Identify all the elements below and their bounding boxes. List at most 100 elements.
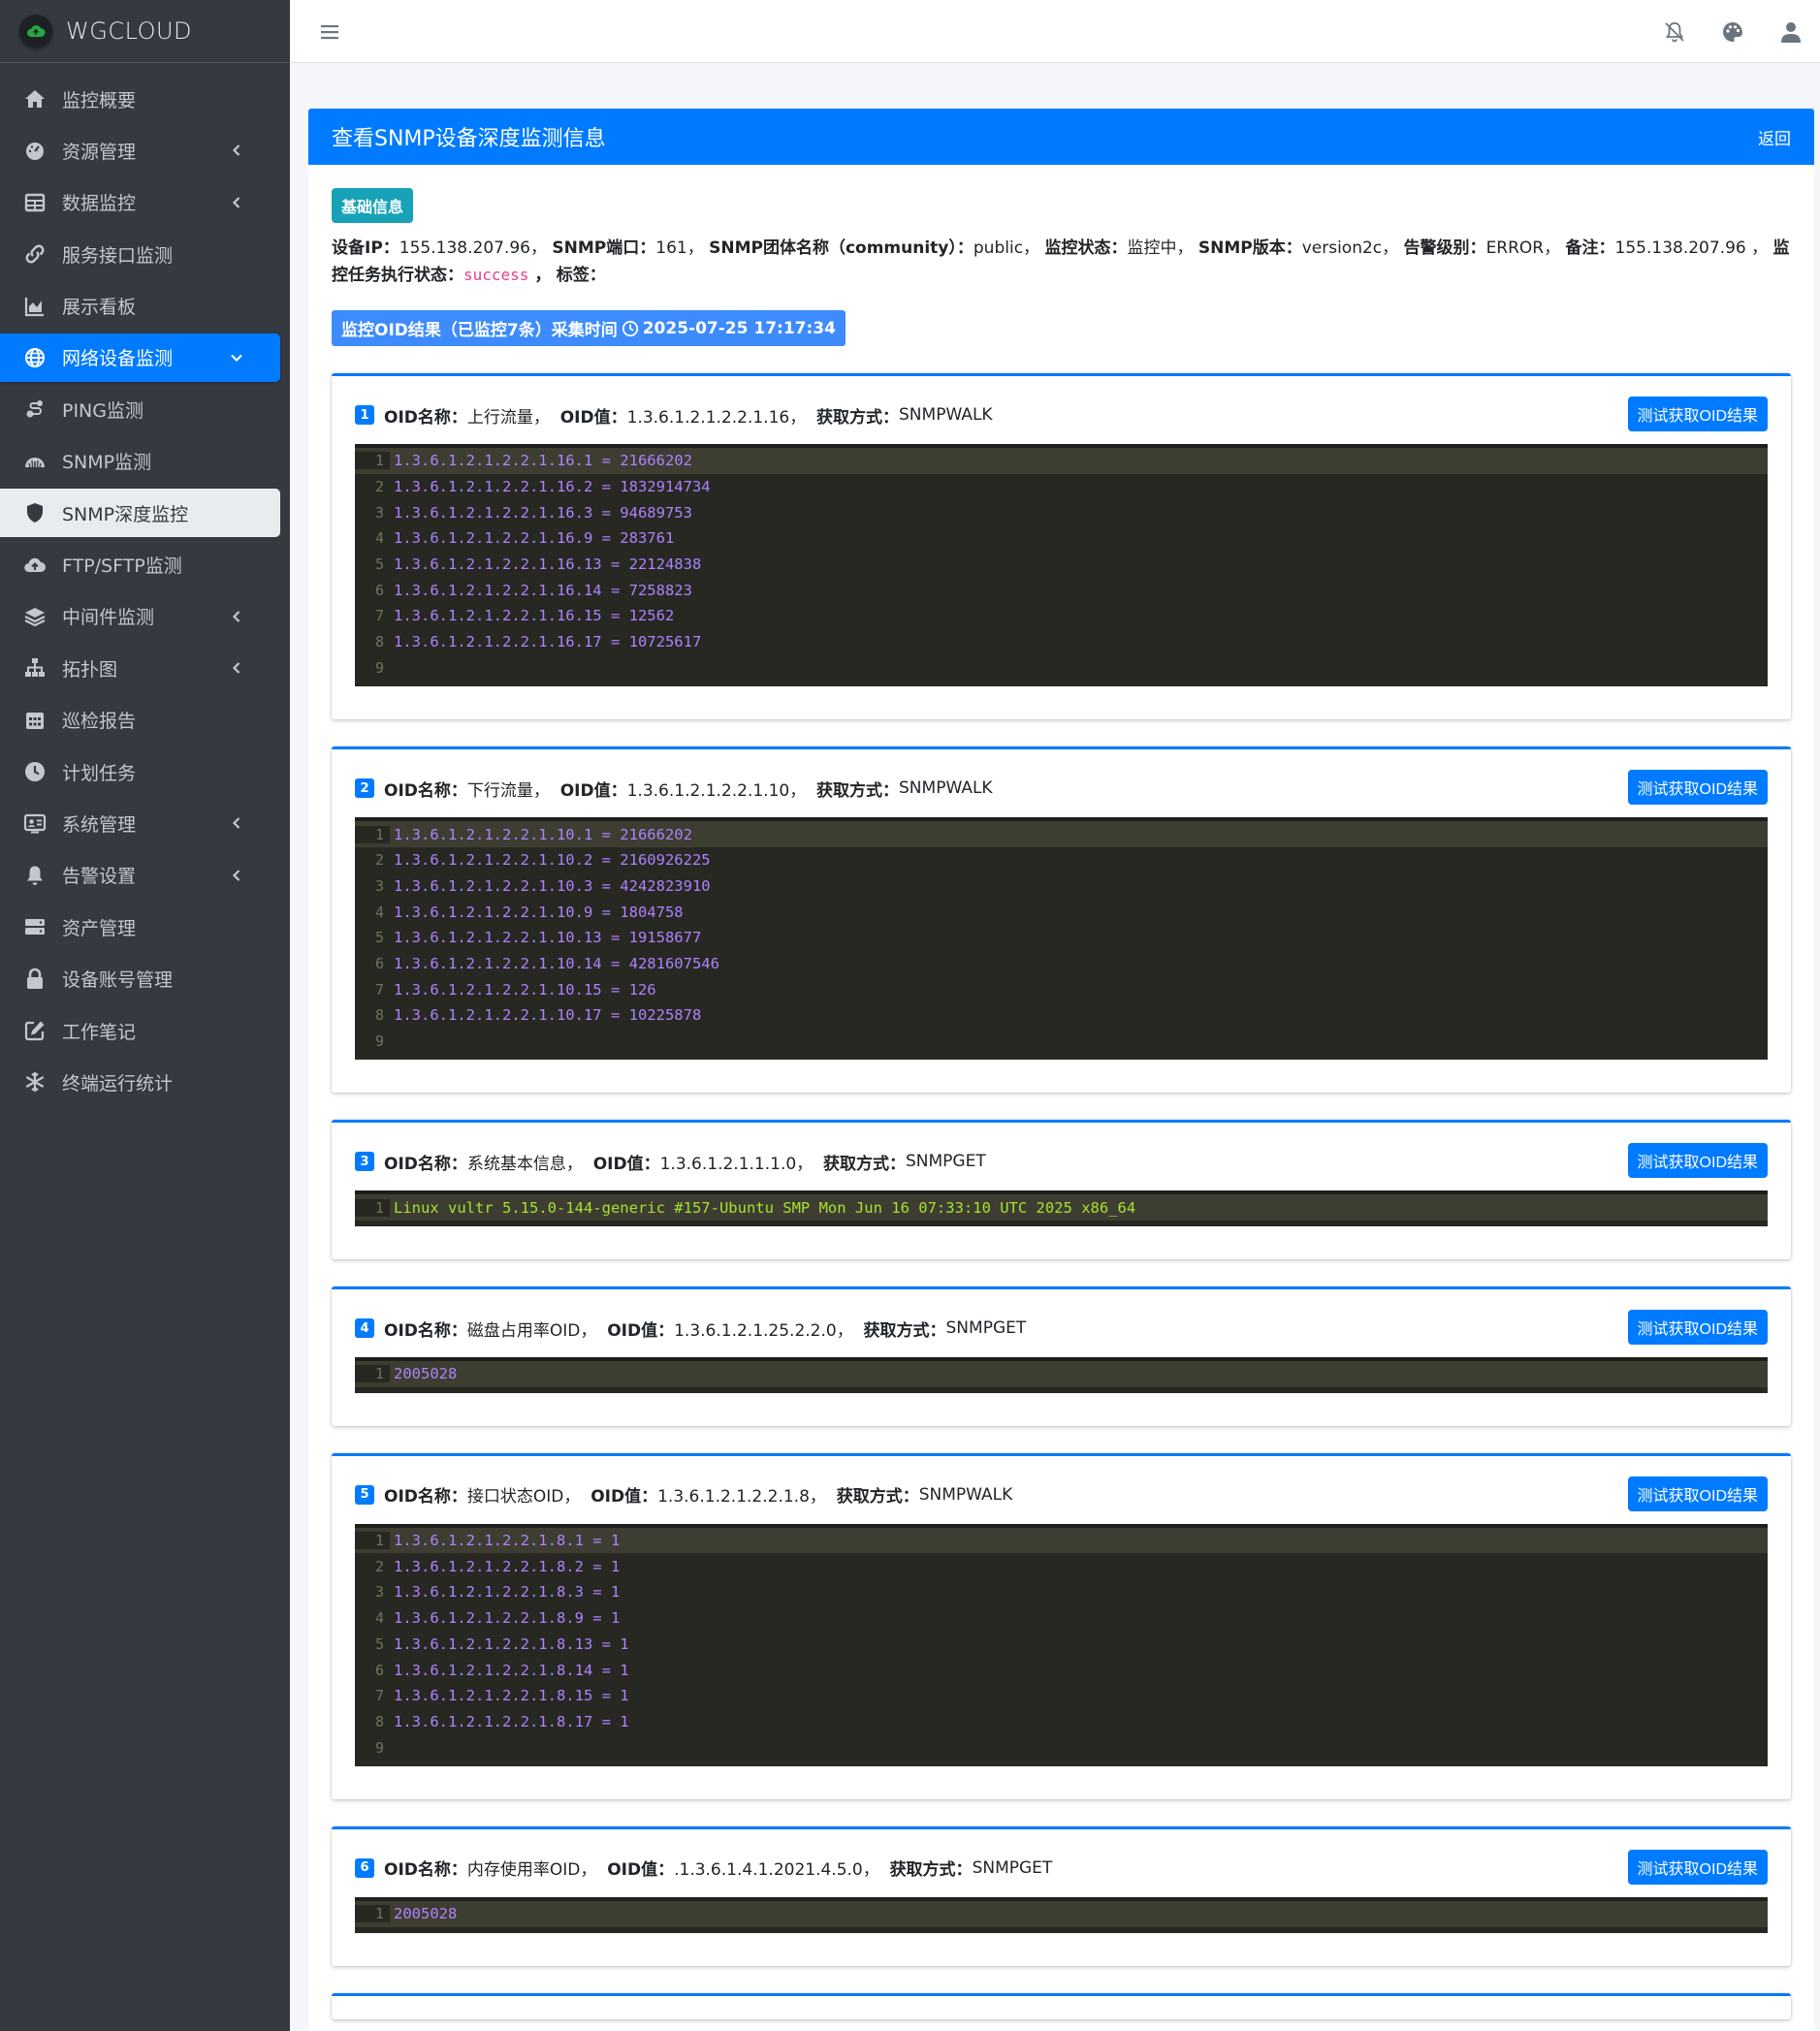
sidebar-item-label: 资产管理: [62, 917, 137, 939]
sidebar-item-2[interactable]: 数据监控: [0, 178, 280, 227]
oid-value: 1.3.6.1.2.1.2.2.1.10，: [626, 780, 807, 801]
oid-number-badge: 6: [355, 1857, 374, 1878]
sidebar-item-0[interactable]: 监控概要: [0, 75, 280, 123]
oid-method: SNMPWALK: [899, 778, 993, 799]
bell-slash-icon[interactable]: [1645, 20, 1704, 44]
oid-header: 4 OID名称： 磁盘占用率OID， OID值： 1.3.6.1.2.1.25.2.2…: [355, 1310, 1768, 1346]
oid-value-label: OID值：: [559, 407, 627, 428]
sidebar-item-label: 工作笔记: [62, 1021, 137, 1043]
test-oid-button[interactable]: 测试获取OID结果: [1627, 1143, 1768, 1179]
line-number: 7: [374, 1687, 384, 1705]
code-line: 2 1.3.6.1.2.1.2.2.1.16.2 = 1832914734: [355, 474, 1768, 500]
code-line: 1 Linux vultr 5.15.0-144-generic #157-Ubu…: [355, 1194, 1768, 1222]
oid-method: SNMPGET: [945, 1318, 1027, 1339]
line-number: 8: [374, 633, 384, 651]
oid-card-partial: [332, 1992, 1791, 2019]
sidebar-item-9[interactable]: FTP/SFTP监测: [0, 541, 280, 589]
oid-card: 1 OID名称： 上行流量， OID值： 1.3.6.1.2.1.2.2.1.16， …: [332, 373, 1791, 720]
oid-name: 磁盘占用率OID，: [466, 1320, 597, 1341]
code-text: 1.3.6.1.2.1.2.2.1.10.14 = 4281607546: [394, 954, 719, 972]
sidebar-item-1[interactable]: 资源管理: [0, 126, 280, 175]
oid-number-badge: 3: [355, 1152, 374, 1172]
sidebar-item-label: FTP/SFTP监测: [62, 555, 182, 578]
code-line: 8 1.3.6.1.2.1.2.2.1.8.17 = 1: [355, 1709, 1768, 1735]
device-info: 设备IP：155.138.207.96， SNMP端口：161， SNMP团体名…: [332, 235, 1791, 289]
line-number: 1: [355, 825, 390, 843]
oid-name: 内存使用率OID，: [466, 1860, 597, 1881]
sidebar-item-label: 告警设置: [62, 866, 137, 888]
oid-name-label: OID名称：: [384, 1320, 467, 1341]
community-label: SNMP团体名称（community）：: [709, 238, 974, 258]
oid-value-label: OID值：: [591, 1487, 658, 1507]
lock-icon: [21, 966, 48, 993]
test-oid-button[interactable]: 测试获取OID结果: [1627, 1310, 1768, 1346]
sidebar-nav: 监控概要 资源管理 数据监控 服务接口监测 展示看板网络设备监测 PING监测 SNMP监测…: [0, 63, 290, 1106]
sidebar-item-5[interactable]: 网络设备监测: [0, 333, 280, 382]
code-line: 2 1.3.6.1.2.1.2.2.1.8.2 = 1: [355, 1553, 1768, 1579]
line-number: 1: [355, 1365, 390, 1383]
back-link[interactable]: 返回: [1758, 125, 1791, 149]
code-text: 1.3.6.1.2.1.2.2.1.10.1 = 21666202: [394, 825, 692, 843]
oid-number-badge: 5: [355, 1484, 374, 1505]
sidebar-item-label: 设备账号管理: [62, 969, 174, 992]
test-oid-button[interactable]: 测试获取OID结果: [1627, 1476, 1768, 1511]
line-number: 6: [374, 1661, 384, 1679]
sidebar-item-17[interactable]: 设备账号管理: [0, 955, 280, 1003]
sidebar-item-11[interactable]: 拓扑图: [0, 644, 280, 692]
sidebar-item-7[interactable]: SNMP监测: [0, 437, 280, 486]
sidebar-item-8[interactable]: SNMP深度监控: [0, 489, 280, 538]
clock-icon: [622, 320, 638, 336]
code-line: 4 1.3.6.1.2.1.2.2.1.10.9 = 1804758: [355, 899, 1768, 925]
sidebar-item-19[interactable]: 终端运行统计: [0, 1058, 280, 1106]
line-number: 2: [374, 1557, 384, 1575]
sidebar-item-3[interactable]: 服务接口监测: [0, 230, 280, 278]
line-number: 5: [374, 555, 384, 574]
oid-result-code: 1 1.3.6.1.2.1.2.2.1.16.1 = 21666202 2 1.3.6…: [355, 444, 1768, 687]
oid-method: SNMPWALK: [899, 405, 993, 425]
line-number: 3: [374, 1583, 384, 1602]
brand[interactable]: WGCLOUD: [0, 0, 290, 63]
code-text: 1.3.6.1.2.1.2.2.1.8.9 = 1: [394, 1609, 621, 1628]
snowflake-icon: [21, 1068, 48, 1095]
oid-name-label: OID名称：: [384, 1487, 467, 1507]
line-number: 8: [374, 1712, 384, 1730]
remark-label: 备注：: [1565, 238, 1615, 258]
code-line: 7 1.3.6.1.2.1.2.2.1.8.15 = 1: [355, 1683, 1768, 1709]
oid-name: 上行流量，: [466, 407, 550, 428]
sidebar-item-label: SNMP深度监控: [62, 503, 189, 525]
test-oid-button[interactable]: 测试获取OID结果: [1627, 770, 1768, 806]
shield-icon: [21, 499, 48, 526]
test-oid-button[interactable]: 测试获取OID结果: [1627, 1849, 1768, 1885]
oid-header: 2 OID名称： 下行流量， OID值： 1.3.6.1.2.1.2.2.1.10， …: [355, 770, 1768, 806]
sidebar-item-12[interactable]: 巡检报告: [0, 696, 280, 745]
code-text: 1.3.6.1.2.1.2.2.1.8.1 = 1: [394, 1532, 621, 1550]
hamburger-menu-icon[interactable]: [315, 17, 344, 47]
sidebar-item-15[interactable]: 告警设置: [0, 851, 280, 900]
main-content: 查看SNMP设备深度监测信息 返回 基础信息 设备IP：155.138.207.…: [308, 109, 1814, 2031]
oid-value-label: OID值：: [592, 1154, 660, 1174]
sidebar-item-10[interactable]: 中间件监测: [0, 592, 280, 641]
sidebar-item-6[interactable]: PING监测: [0, 385, 280, 433]
sidebar-item-13[interactable]: 计划任务: [0, 747, 280, 796]
palette-icon[interactable]: [1704, 20, 1762, 44]
sidebar-item-14[interactable]: 系统管理: [0, 799, 280, 847]
sidebar-item-4[interactable]: 展示看板: [0, 282, 280, 331]
sidebar-item-label: 网络设备监测: [62, 348, 174, 370]
user-icon[interactable]: [1762, 20, 1820, 44]
code-text: 1.3.6.1.2.1.2.2.1.10.2 = 2160926225: [394, 851, 711, 870]
sidebar-item-18[interactable]: 工作笔记: [0, 1006, 280, 1055]
version-value: version2c，: [1301, 238, 1399, 258]
test-oid-button[interactable]: 测试获取OID结果: [1627, 397, 1768, 431]
sidebar-item-16[interactable]: 资产管理: [0, 903, 280, 951]
oid-number-badge: 2: [355, 778, 374, 799]
oid-header: 5 OID名称： 接口状态OID， OID值： 1.3.6.1.2.1.2.2.1.8…: [355, 1476, 1768, 1511]
oid-header: 1 OID名称： 上行流量， OID值： 1.3.6.1.2.1.2.2.1.16， …: [355, 397, 1768, 431]
oid-result-code: 1 1.3.6.1.2.1.2.2.1.10.1 = 21666202 2 1.3.6…: [355, 817, 1768, 1061]
code-text: 1.3.6.1.2.1.2.2.1.8.17 = 1: [394, 1712, 629, 1730]
basic-info-badge: 基础信息: [332, 188, 414, 223]
line-number: 6: [374, 954, 384, 972]
code-text: 1.3.6.1.2.1.2.2.1.8.14 = 1: [394, 1661, 629, 1679]
oid-value: 1.3.6.1.2.1.2.2.1.8，: [657, 1487, 826, 1507]
line-number: 2: [374, 478, 384, 496]
oid-card: 6 OID名称： 内存使用率OID， OID值： .1.3.6.1.4.1.2021.…: [332, 1825, 1791, 1966]
